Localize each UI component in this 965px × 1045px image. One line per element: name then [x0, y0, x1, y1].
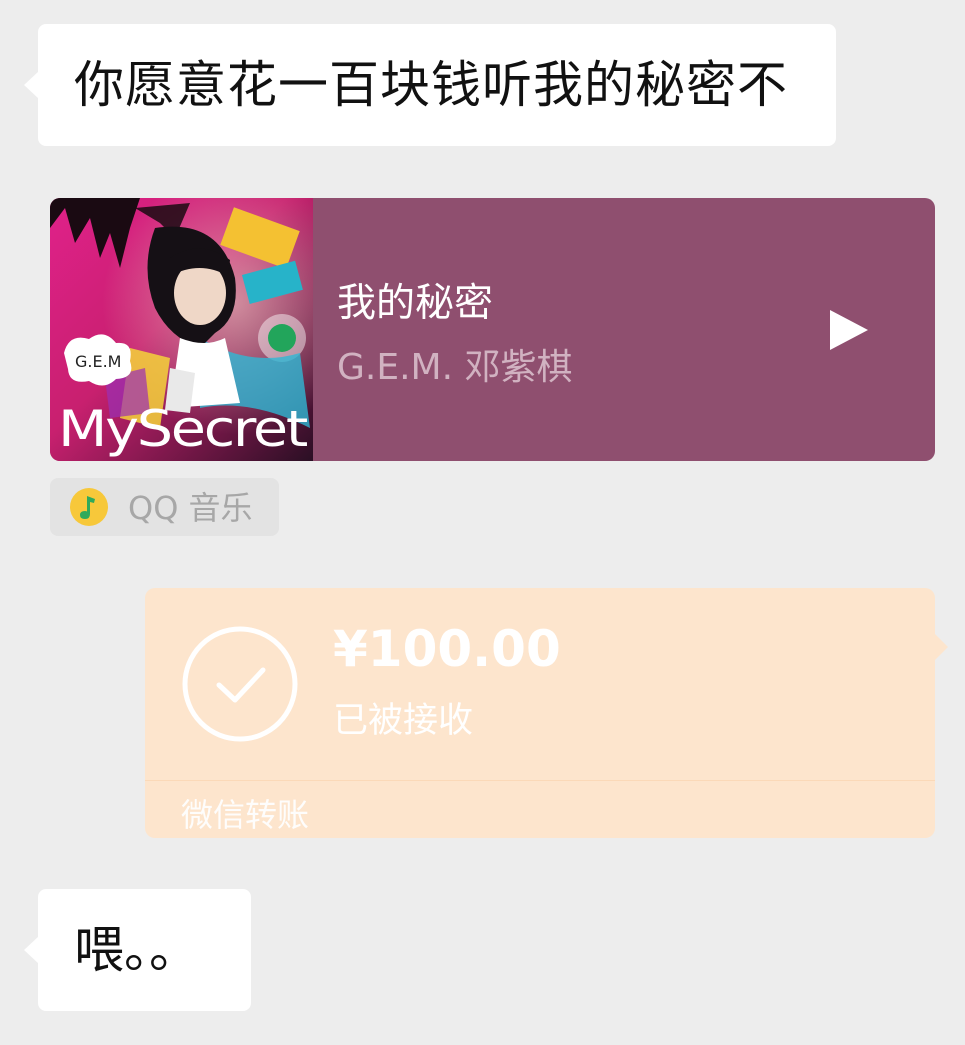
- song-artist: G.E.M. 邓紫棋: [337, 347, 573, 388]
- transfer-amount: ¥100.00: [333, 620, 561, 678]
- song-title: 我的秘密: [337, 281, 494, 326]
- album-cover-image: G.E.M MySecret: [50, 198, 313, 461]
- qq-music-icon: [69, 487, 109, 527]
- transfer-footer-label: 微信转账: [181, 796, 310, 834]
- music-share-card[interactable]: G.E.M MySecret 我的秘密 G.E.M. 邓紫棋: [50, 198, 935, 461]
- transfer-status: 已被接收: [333, 701, 474, 741]
- music-source-label: QQ 音乐: [128, 489, 253, 527]
- message-bubble-incoming[interactable]: 你愿意花一百块钱听我的秘密不: [24, 24, 836, 146]
- transfer-divider: [145, 780, 935, 781]
- cover-logo-text: G.E.M: [75, 352, 121, 371]
- wechat-transfer-card[interactable]: ¥100.00 已被接收 微信转账: [145, 588, 948, 838]
- play-icon[interactable]: [826, 308, 870, 352]
- message-text: 你愿意花一百块钱听我的秘密不: [74, 56, 788, 114]
- cover-title-text: MySecret: [58, 400, 308, 458]
- message-text: 喂。。: [74, 921, 199, 979]
- message-bubble-incoming[interactable]: 喂。。: [24, 889, 251, 1011]
- music-source-badge[interactable]: QQ 音乐: [50, 478, 279, 536]
- check-circle-icon: [181, 625, 299, 743]
